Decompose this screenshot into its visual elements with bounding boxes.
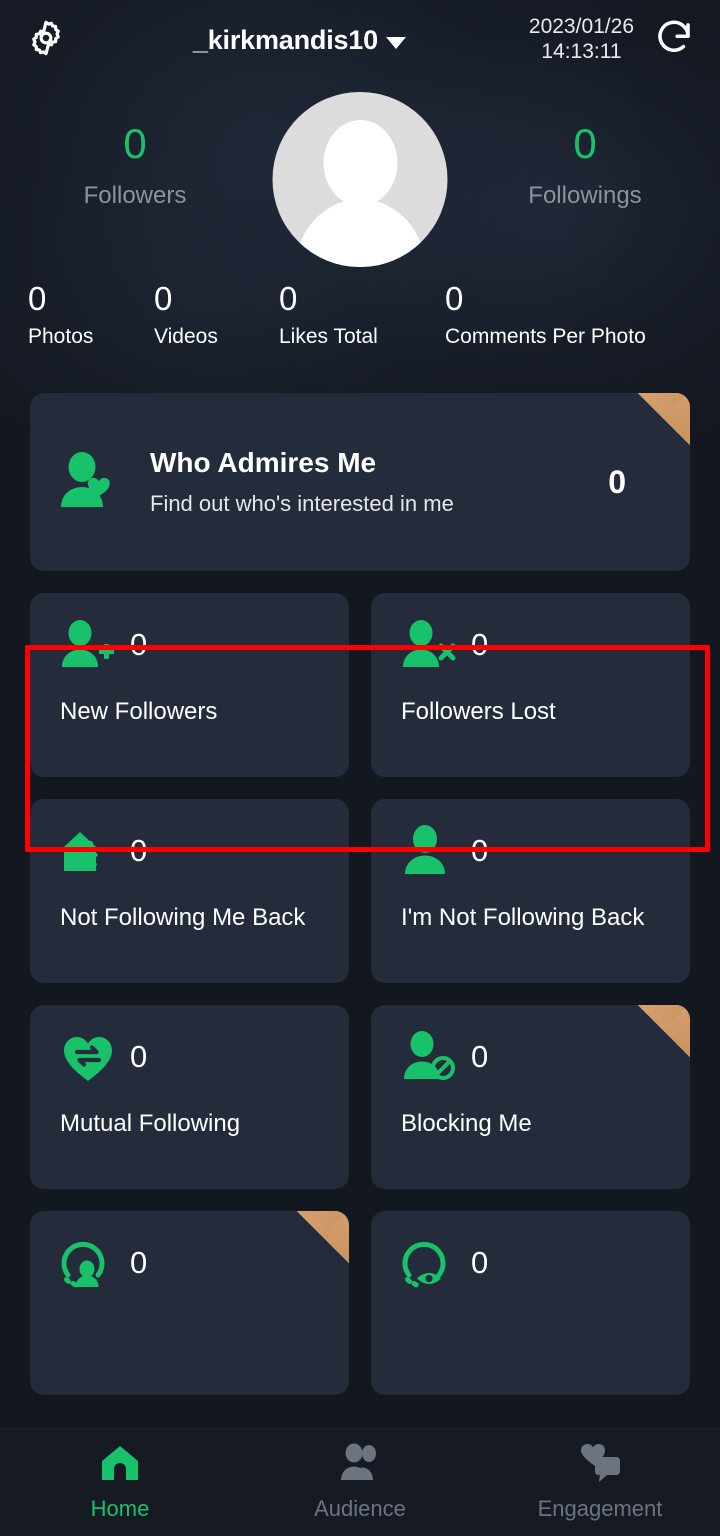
avatar[interactable] [272, 92, 448, 267]
tile-count: 0 [471, 627, 489, 662]
card-who-admires-me[interactable]: Who Admires Me Find out who's interested… [30, 393, 690, 571]
tile-label: Not Following Me Back [60, 904, 306, 931]
tile-row-3: 0 Mutual Following 0 Blocking Me [30, 1005, 690, 1189]
header-right-group: 2023/01/26 14:13:11 [529, 15, 698, 65]
house-person-exit-icon [60, 825, 116, 877]
mini-stats-row: 0 Photos 0 Videos 0 Likes Total 0 Commen… [0, 282, 720, 349]
stat-label: Likes Total [279, 325, 378, 348]
tile-count: 0 [471, 1039, 489, 1074]
gear-icon [26, 18, 66, 63]
card-title: Who Admires Me [150, 447, 377, 478]
stat-value: 0 [28, 280, 47, 317]
nav-label: Home [90, 1496, 150, 1521]
heart-exchange-icon [60, 1031, 116, 1083]
tile-row-4: 0 PRO [30, 1211, 690, 1395]
account-switcher[interactable]: _kirkmandis10 [70, 25, 529, 56]
nav-label: Engagement [537, 1496, 663, 1521]
last-updated-datetime: 2023/01/26 14:13:11 [529, 15, 634, 65]
tile-label: New Followers [60, 698, 218, 725]
person-plus-icon [60, 619, 116, 671]
tile-label: Mutual Following [60, 1110, 241, 1137]
stat-label: Comments Per Photo [445, 325, 646, 348]
card-text-group: Who Admires Me Find out who's interested… [128, 447, 608, 517]
app-header: _kirkmandis10 2023/01/26 14:13:11 [0, 0, 720, 80]
card-count: 0 [608, 463, 626, 500]
nav-item-engagement[interactable]: Engagement [480, 1443, 720, 1522]
chevron-down-icon [385, 36, 406, 49]
bottom-navigation: Home Audience Engagement [0, 1428, 720, 1536]
tile-count: 0 [471, 833, 489, 868]
profile-summary: 0 Followers 0 Followings [0, 80, 720, 290]
refresh-button[interactable] [650, 16, 698, 64]
cards-container: Who Admires Me Find out who's interested… [0, 393, 720, 1395]
app-root: _kirkmandis10 2023/01/26 14:13:11 0 Foll [0, 0, 720, 1536]
followings-label: Followings [528, 182, 642, 210]
tile-count: 0 [471, 1245, 489, 1280]
tile-new-followers[interactable]: 0 New Followers [30, 593, 349, 777]
tile-row-1: 0 New Followers 0 Followers Lost [30, 593, 690, 777]
followings-count: 0 [573, 120, 597, 167]
tile-blocking-me[interactable]: 0 Blocking Me PRO [371, 1005, 690, 1189]
tile-row-2: 0 Not Following Me Back 0 I'm Not Follow… [30, 799, 690, 983]
person-x-icon [401, 619, 457, 671]
tile-header: 0 [401, 1031, 668, 1083]
followers-stat[interactable]: 0 Followers [35, 120, 235, 210]
tile-story-viewers-person[interactable]: 0 PRO [30, 1211, 349, 1395]
tile-not-following-me-back[interactable]: 0 Not Following Me Back [30, 799, 349, 983]
stat-value: 0 [279, 280, 298, 317]
person-heart-icon [58, 452, 128, 512]
story-ring-person-icon [60, 1237, 116, 1289]
stat-value: 0 [445, 280, 464, 317]
stat-likes-total[interactable]: 0 Likes Total [279, 282, 445, 349]
stat-videos[interactable]: 0 Videos [154, 282, 279, 349]
tile-label: Followers Lost [401, 698, 556, 725]
refresh-icon [653, 17, 695, 64]
tile-label: Blocking Me [401, 1110, 532, 1137]
stat-label: Photos [28, 325, 94, 348]
tile-header: 0 [401, 619, 668, 671]
tile-im-not-following-back[interactable]: 0 I'm Not Following Back [371, 799, 690, 983]
tile-count: 0 [130, 1245, 148, 1280]
story-ring-eye-icon [401, 1237, 457, 1289]
followings-stat[interactable]: 0 Followings [485, 120, 685, 210]
pro-badge: PRO [616, 393, 690, 467]
tile-story-views[interactable]: 0 [371, 1211, 690, 1395]
tile-header: 0 [60, 1237, 327, 1289]
tile-count: 0 [130, 1039, 148, 1074]
tile-header: 0 [60, 1031, 327, 1083]
person-icon [401, 825, 457, 877]
stat-photos[interactable]: 0 Photos [28, 282, 154, 349]
settings-button[interactable] [22, 16, 70, 64]
tile-header: 0 [401, 1237, 668, 1289]
tile-count: 0 [130, 833, 148, 868]
followers-count: 0 [123, 120, 147, 167]
username-label: _kirkmandis10 [192, 24, 378, 55]
tile-header: 0 [60, 619, 327, 671]
card-subtitle: Find out who's interested in me [150, 491, 454, 516]
tile-count: 0 [130, 627, 148, 662]
nav-label: Audience [314, 1496, 406, 1521]
person-block-icon [401, 1031, 457, 1083]
stat-label: Videos [154, 325, 218, 348]
followers-label: Followers [83, 182, 187, 210]
date-label: 2023/01/26 [528, 15, 634, 39]
home-icon [99, 1443, 141, 1488]
nav-item-home[interactable]: Home [0, 1443, 240, 1522]
tile-header: 0 [401, 825, 668, 877]
nav-item-audience[interactable]: Audience [240, 1443, 480, 1522]
tile-label: I'm Not Following Back [401, 904, 645, 931]
stat-value: 0 [154, 280, 173, 317]
stat-comments-per-photo[interactable]: 0 Comments Per Photo [445, 282, 685, 349]
people-icon [338, 1443, 382, 1488]
time-label: 14:13:11 [541, 40, 622, 63]
tile-header: 0 [60, 825, 327, 877]
tile-followers-lost[interactable]: 0 Followers Lost [371, 593, 690, 777]
heart-chat-icon [578, 1443, 622, 1488]
tile-mutual-following[interactable]: 0 Mutual Following [30, 1005, 349, 1189]
